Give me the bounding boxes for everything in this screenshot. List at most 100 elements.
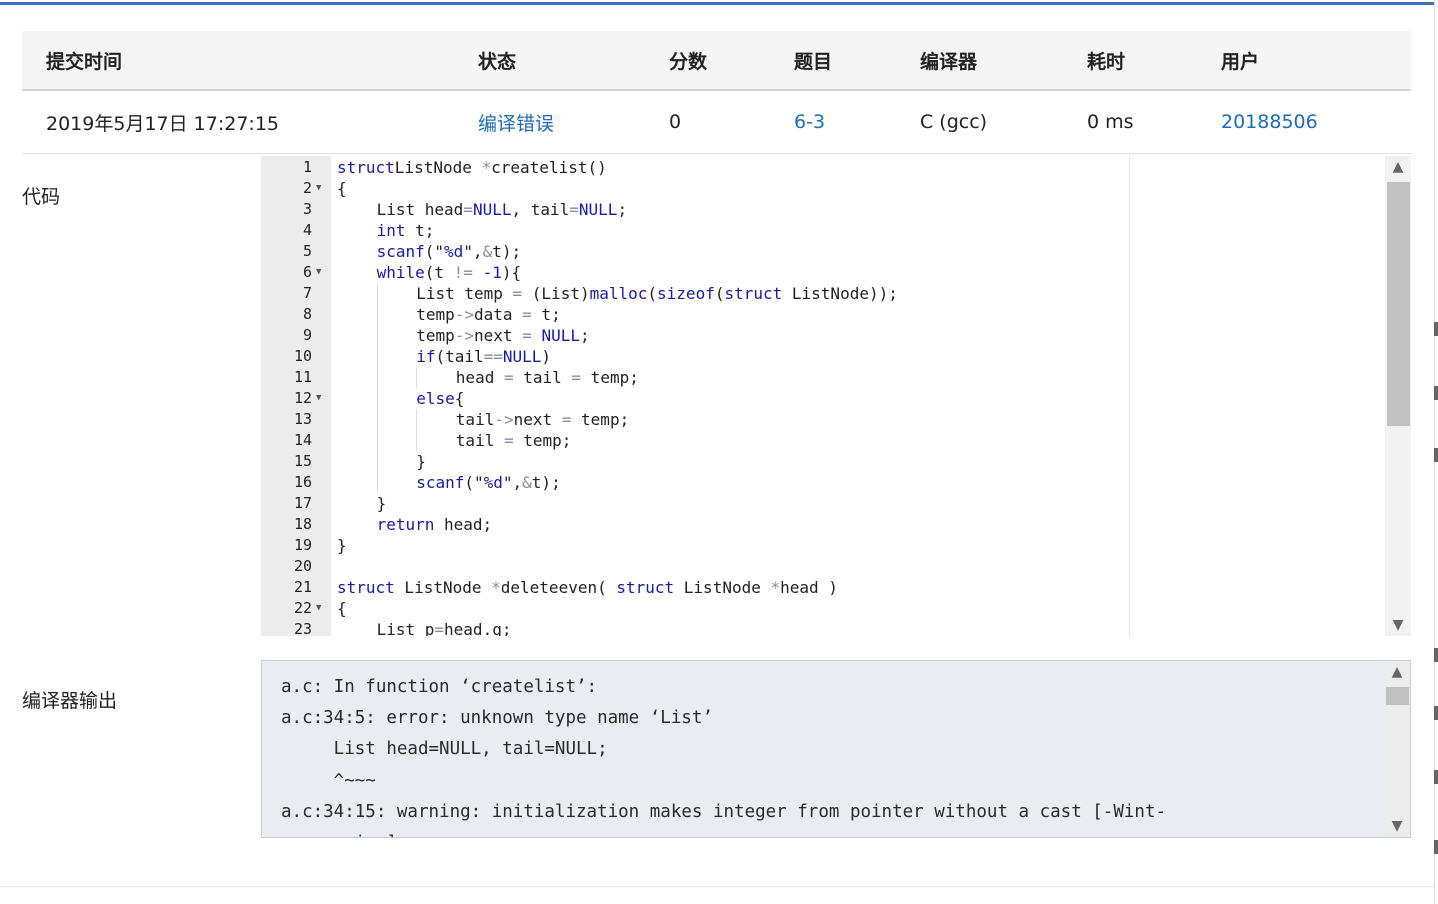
fold-toggle-icon[interactable]: ▼ xyxy=(316,262,326,283)
score-value: 0 xyxy=(669,111,682,133)
user-link[interactable]: 20188506 xyxy=(1221,91,1318,153)
line-number: 19 xyxy=(293,536,312,554)
indent-guide xyxy=(376,367,378,388)
compiler-output-box[interactable]: a.c: In function ‘createlist’: a.c:34:5: … xyxy=(261,660,1411,838)
line-number: 22 xyxy=(293,599,312,617)
code-line: 22 ▼ { xyxy=(261,598,1383,619)
line-number: 8 xyxy=(302,305,312,323)
indent-guide xyxy=(376,346,378,367)
code-line: 15} xyxy=(261,451,1383,472)
code-line: 9 temp->next = NULL; xyxy=(261,325,1383,346)
duration-value: 0 ms xyxy=(1087,111,1134,133)
code-text: else{ xyxy=(416,389,465,408)
scroll-up-icon[interactable]: ▲ xyxy=(1385,156,1411,178)
code-line: 23 List p=head.q; xyxy=(261,619,1383,636)
code-line: 4 int t; xyxy=(261,220,1383,241)
header-duration: 耗时 xyxy=(1087,50,1126,73)
indent-guide xyxy=(376,283,378,304)
line-number: 12 xyxy=(293,389,312,407)
line-number: 21 xyxy=(293,578,312,596)
code-scrollbar[interactable]: ▲ ▼ xyxy=(1385,156,1411,636)
output-scroll-up-icon[interactable]: ▲ xyxy=(1384,661,1410,683)
line-number: 17 xyxy=(293,494,312,512)
code-line: 19} xyxy=(261,535,1383,556)
table-header: 提交时间 状态 分数 题目 编译器 耗时 用户 xyxy=(22,31,1411,91)
code-line: 7 List temp = (List)malloc(sizeof(struct … xyxy=(261,283,1383,304)
code-text: { xyxy=(337,179,347,198)
scroll-down-icon[interactable]: ▼ xyxy=(1385,614,1411,636)
line-number: 11 xyxy=(293,368,312,386)
code-line: 18 return head; xyxy=(261,514,1383,535)
output-line: a.c:34:5: error: unknown type name ‘List… xyxy=(281,708,713,729)
indent-guide xyxy=(376,451,378,472)
line-number: 13 xyxy=(293,410,312,428)
header-user: 用户 xyxy=(1221,50,1260,73)
code-text: temp->next = NULL; xyxy=(416,326,590,345)
code-text: if(tail==NULL) xyxy=(416,347,552,366)
code-editor[interactable]: 1 structListNode *createlist() 2 ▼{3 List he… xyxy=(261,156,1411,636)
code-line: 2 ▼ { xyxy=(261,178,1383,199)
indent-guide xyxy=(376,325,378,346)
code-text: temp->data = t; xyxy=(416,305,561,324)
code-text: { xyxy=(337,599,347,618)
status-link[interactable]: 编译错误 xyxy=(478,91,554,153)
output-line: conversion] xyxy=(281,828,1166,837)
output-line: List head=NULL, tail=NULL; xyxy=(281,739,608,760)
line-number: 14 xyxy=(293,431,312,449)
header-compiler: 编译器 xyxy=(920,50,978,73)
line-number: 9 xyxy=(302,326,312,344)
header-submit-time: 提交时间 xyxy=(46,50,123,73)
table-row: 2019年5月17日 17:27:15 编译错误 0 6-3 C (gcc) 0… xyxy=(22,91,1411,154)
indent-guide xyxy=(376,409,378,430)
code-text: } xyxy=(337,536,347,555)
line-number: 5 xyxy=(302,242,312,260)
header-score: 分数 xyxy=(669,50,708,73)
code-text: scanf("%d",&t); xyxy=(376,242,522,261)
fold-toggle-icon[interactable]: ▼ xyxy=(316,388,326,409)
line-number: 4 xyxy=(302,221,312,239)
indent-guide xyxy=(416,367,418,388)
code-text: } xyxy=(416,452,426,471)
code-line: 20 xyxy=(261,556,1383,577)
output-line: a.c: In function ‘createlist’: xyxy=(281,677,598,697)
submit-time-value: 2019年5月17日 17:27:15 xyxy=(46,112,279,135)
submission-table: 提交时间 状态 分数 题目 编译器 耗时 用户 2019年5月17日 17:27… xyxy=(22,31,1411,154)
code-text: structListNode *createlist() xyxy=(337,158,607,177)
indent-guide xyxy=(376,304,378,325)
compiler-output-label: 编译器输出 xyxy=(22,690,118,712)
indent-guide xyxy=(376,430,378,451)
bottom-divider xyxy=(0,886,1434,887)
code-text: tail = temp; xyxy=(455,431,572,450)
scroll-thumb[interactable] xyxy=(1387,182,1410,426)
line-number: 20 xyxy=(293,557,312,575)
line-number: 15 xyxy=(293,452,312,470)
indent-guide xyxy=(376,388,378,409)
problem-link[interactable]: 6-3 xyxy=(794,91,825,153)
line-number: 6 xyxy=(302,263,312,281)
header-problem: 题目 xyxy=(794,50,833,73)
fold-toggle-icon[interactable]: ▼ xyxy=(316,598,326,619)
compiler-output-lines: a.c: In function ‘createlist’: a.c:34:5: … xyxy=(281,672,1167,837)
indent-guide xyxy=(376,472,378,493)
fold-toggle-icon[interactable]: ▼ xyxy=(316,178,326,199)
line-number: 7 xyxy=(302,284,312,302)
code-line: 10 if(tail==NULL) xyxy=(261,346,1383,367)
header-status: 状态 xyxy=(478,50,517,73)
line-number: 1 xyxy=(302,158,312,176)
code-text: List temp = (List)malloc(sizeof(struct L… xyxy=(416,284,898,303)
output-scrollbar[interactable]: ▲ ▼ xyxy=(1384,661,1410,837)
window-right-edge xyxy=(1434,0,1438,904)
code-text: head = tail = temp; xyxy=(455,368,639,387)
line-number: 18 xyxy=(293,515,312,533)
code-text: return head; xyxy=(376,515,493,534)
code-line: 21 struct ListNode *deleteeven( struct Li… xyxy=(261,577,1383,598)
output-scroll-down-icon[interactable]: ▼ xyxy=(1384,815,1410,837)
compiler-value: C (gcc) xyxy=(920,111,988,133)
code-text: List head=NULL, tail=NULL; xyxy=(376,200,628,219)
code-line: 8 temp->data = t; xyxy=(261,304,1383,325)
output-scroll-thumb[interactable] xyxy=(1386,687,1409,705)
indent-guide xyxy=(416,430,418,451)
output-line: ^~~~ xyxy=(281,770,376,791)
code-text: } xyxy=(376,494,387,513)
output-line: a.c:34:15: warning: initialization makes… xyxy=(281,801,1167,822)
